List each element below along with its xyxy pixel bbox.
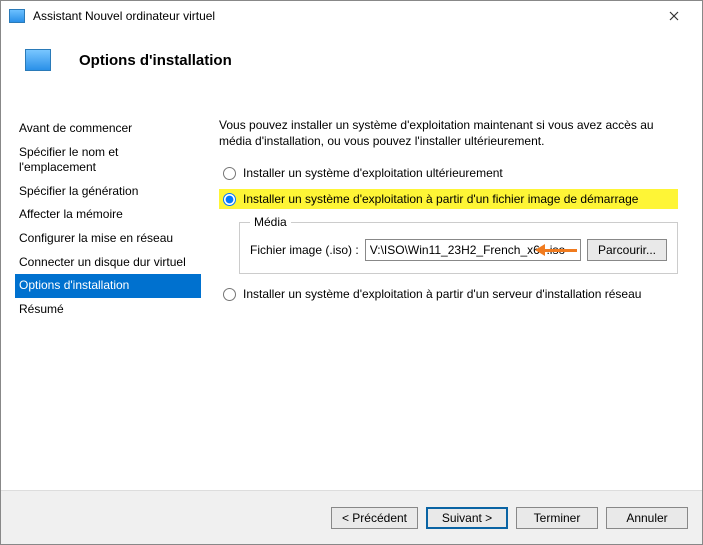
browse-button[interactable]: Parcourir...: [587, 239, 667, 261]
step-summary[interactable]: Résumé: [15, 298, 201, 322]
option-install-network[interactable]: Installer un système d'exploitation à pa…: [219, 284, 678, 304]
media-group: Média Fichier image (.iso) : Parcourir..…: [239, 215, 678, 274]
wizard-content: Vous pouvez installer un système d'explo…: [201, 101, 688, 490]
radio-install-image[interactable]: [223, 193, 236, 206]
next-button[interactable]: Suivant >: [426, 507, 508, 529]
step-networking[interactable]: Configurer la mise en réseau: [15, 227, 201, 251]
media-legend: Média: [250, 215, 291, 229]
wizard-header: Options d'installation: [1, 31, 702, 85]
iso-path-input[interactable]: [365, 239, 581, 261]
step-name-location[interactable]: Spécifier le nom et l'emplacement: [15, 141, 201, 180]
wizard-icon: [25, 49, 51, 71]
wizard-body: Avant de commencer Spécifier le nom et l…: [1, 101, 702, 490]
radio-install-network[interactable]: [223, 288, 236, 301]
option-install-network-label: Installer un système d'exploitation à pa…: [243, 287, 641, 301]
page-title: Options d'installation: [79, 52, 232, 69]
intro-text: Vous pouvez installer un système d'explo…: [219, 117, 678, 149]
option-install-image[interactable]: Installer un système d'exploitation à pa…: [219, 189, 678, 209]
window-title: Assistant Nouvel ordinateur virtuel: [33, 9, 654, 23]
step-install-options[interactable]: Options d'installation: [15, 274, 201, 298]
step-memory[interactable]: Affecter la mémoire: [15, 203, 201, 227]
step-before-begin[interactable]: Avant de commencer: [15, 117, 201, 141]
radio-install-later[interactable]: [223, 167, 236, 180]
wizard-steps: Avant de commencer Spécifier le nom et l…: [15, 101, 201, 490]
previous-button[interactable]: < Précédent: [331, 507, 418, 529]
step-generation[interactable]: Spécifier la génération: [15, 180, 201, 204]
finish-button[interactable]: Terminer: [516, 507, 598, 529]
app-icon: [9, 9, 25, 23]
iso-label: Fichier image (.iso) :: [250, 243, 359, 257]
wizard-footer: < Précédent Suivant > Terminer Annuler: [1, 490, 702, 544]
step-vhd[interactable]: Connecter un disque dur virtuel: [15, 251, 201, 275]
option-install-image-label: Installer un système d'exploitation à pa…: [243, 192, 638, 206]
close-icon: [669, 11, 679, 21]
option-install-later-label: Installer un système d'exploitation ulté…: [243, 166, 503, 180]
titlebar: Assistant Nouvel ordinateur virtuel: [1, 1, 702, 31]
cancel-button[interactable]: Annuler: [606, 507, 688, 529]
option-install-later[interactable]: Installer un système d'exploitation ulté…: [219, 163, 678, 183]
close-button[interactable]: [654, 2, 694, 30]
